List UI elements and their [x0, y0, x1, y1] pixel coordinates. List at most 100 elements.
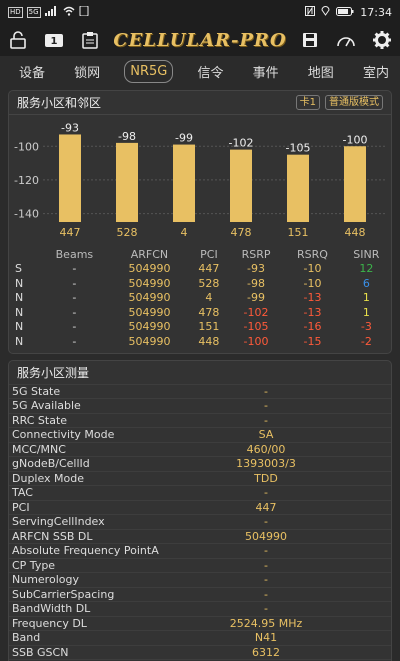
measurement-row: PCI 447	[9, 499, 391, 515]
table-cell: N	[15, 276, 24, 290]
tab-nr5g[interactable]: NR5G	[124, 59, 174, 83]
rsrp-bar[interactable]	[173, 144, 195, 222]
sim-card-badge[interactable]: 卡1	[295, 95, 320, 110]
table-cell: 504990	[128, 305, 171, 319]
panel-header: 服务小区和邻区 卡1 普通版模式	[9, 91, 391, 115]
measurement-key: CP Type	[9, 557, 201, 573]
measurement-row: ServingCellIndex -	[9, 514, 391, 529]
measurement-value: -	[201, 412, 391, 428]
table-cell: -2	[360, 334, 372, 348]
neighbor-row[interactable]: N - 504990 528 -98 -10 6	[9, 276, 391, 291]
neighbor-row[interactable]: S - 504990 447 -93 -10 12	[9, 262, 391, 277]
column-header: RSRP	[241, 247, 271, 261]
battery-icon	[336, 6, 354, 19]
neighbor-row[interactable]: N - 504990 448 -100 -15 -2	[9, 334, 391, 349]
table-cell: 1	[362, 291, 370, 305]
table-cell: -	[72, 262, 77, 276]
tab-map[interactable]: 地图	[303, 59, 339, 84]
rsrp-bar[interactable]	[287, 154, 309, 222]
table-cell: -100	[243, 334, 269, 348]
clipboard-icon[interactable]	[80, 30, 100, 50]
measurement-key: 5G Available	[9, 398, 201, 413]
neighbor-row[interactable]: N - 504990 151 -105 -16 -3	[9, 320, 391, 335]
status-left: HD 5G	[8, 5, 89, 19]
table-cell: 6	[362, 276, 370, 290]
table-cell: -98	[247, 276, 265, 290]
measurement-value: 447	[201, 499, 391, 515]
status-right: 17:34	[305, 5, 392, 19]
column-header: PCI	[200, 247, 218, 261]
y-tick-label: -120	[14, 174, 39, 187]
column-header: ARFCN	[130, 247, 169, 261]
bar-category-label: 448	[345, 226, 366, 239]
bar-category-label: 478	[231, 226, 252, 239]
table-cell: -	[72, 334, 77, 348]
measurement-row: Frequency DL 2524.95 MHz	[9, 615, 391, 631]
measurement-value: -	[201, 514, 391, 529]
status-bar: HD 5G 17:34	[0, 0, 400, 24]
rsrp-bar[interactable]	[230, 149, 252, 222]
rsrp-bar[interactable]	[116, 142, 138, 222]
y-tick-label: -100	[14, 140, 39, 153]
measurement-row: BandWidth DL -	[9, 601, 391, 616]
bar-category-label: 151	[288, 226, 309, 239]
bar-category-label: 4	[181, 226, 188, 239]
location-icon	[321, 5, 330, 19]
table-cell: 504990	[128, 276, 171, 290]
measurement-table: 5G State -5G Available - RRC State - Connecti…	[9, 383, 391, 661]
measurement-row: 5G Available -	[9, 398, 391, 413]
tab-indoor[interactable]: 室内	[358, 59, 394, 84]
measurement-row: 5G State -	[9, 383, 391, 399]
measurement-value: N41	[201, 630, 391, 645]
rsrp-bar[interactable]	[344, 146, 366, 222]
tab-device[interactable]: 设备	[14, 59, 50, 84]
save-icon[interactable]	[300, 30, 320, 50]
table-cell: -99	[247, 291, 265, 305]
neighbor-row[interactable]: N - 504990 478 -102 -13 1	[9, 305, 391, 320]
measurement-value: -	[201, 543, 391, 558]
measurement-value: -	[201, 485, 391, 500]
table-cell: -13	[303, 291, 322, 305]
bar-category-label: 528	[117, 226, 138, 239]
table-cell: 447	[198, 262, 220, 276]
clock-time: 17:34	[360, 5, 392, 19]
table-cell: N	[15, 291, 24, 305]
tab-signaling[interactable]: 信令	[193, 59, 229, 84]
table-cell: 448	[198, 334, 220, 348]
bar-value-label: -98	[118, 130, 136, 143]
speedometer-icon[interactable]	[336, 30, 356, 50]
measurement-row: MCC/MNC 460/00	[9, 441, 391, 457]
table-cell: 504990	[128, 334, 171, 348]
table-cell: -105	[243, 320, 269, 334]
table-cell: 4	[205, 291, 213, 305]
neighbor-table: Beams ARFCN PCI RSRP RSRQ SINR S - 504990 447 -93…	[9, 247, 391, 349]
column-header: SINR	[353, 247, 380, 261]
measurement-value: -	[201, 572, 391, 587]
table-cell: 12	[359, 262, 374, 276]
mode-badge[interactable]: 普通版模式	[325, 95, 383, 110]
tab-lock[interactable]: 锁网	[69, 59, 105, 84]
tab-events[interactable]: 事件	[248, 59, 284, 84]
sim-slot-button[interactable]: 1	[44, 30, 64, 50]
measurement-key: TAC	[9, 485, 201, 500]
table-cell: 504990	[128, 291, 171, 305]
app-logo: CELLULAR-PRO	[113, 29, 287, 51]
measurement-key: RRC State	[9, 412, 201, 428]
table-cell: 504990	[128, 320, 171, 334]
gear-icon[interactable]	[372, 30, 392, 50]
rsrp-bar[interactable]	[59, 134, 81, 222]
measurement-value: -	[201, 557, 391, 573]
measurement-key: gNodeB/CellId	[9, 456, 201, 471]
panel-header: 服务小区测量	[9, 361, 391, 384]
lock-icon[interactable]	[8, 30, 28, 50]
measurement-row: CP Type -	[9, 557, 391, 573]
table-cell: 478	[198, 305, 220, 319]
measurement-value: 6312	[201, 644, 391, 660]
table-cell: N	[15, 320, 24, 334]
hd-badge: HD	[8, 6, 23, 18]
neighbor-row[interactable]: N - 504990 4 -99 -13 1	[9, 291, 391, 306]
measurement-key: SSB GSCN	[9, 644, 201, 660]
measurement-row: SubCarrierSpacing -	[9, 586, 391, 602]
column-header: RSRQ	[297, 247, 328, 261]
measurement-row: Numerology -	[9, 572, 391, 587]
